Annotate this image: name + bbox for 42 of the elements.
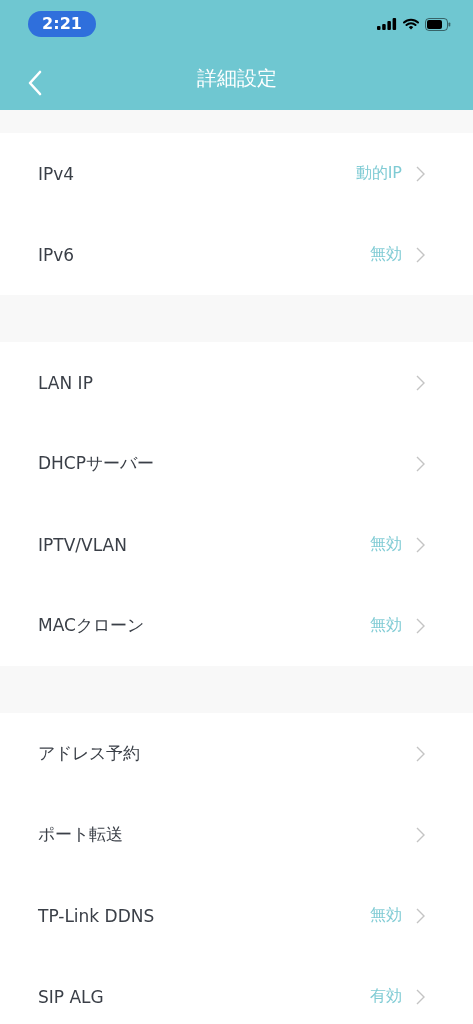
chevron-icon [416, 455, 425, 472]
row-label: IPv4 [38, 163, 76, 184]
chevron-icon [416, 617, 425, 634]
settings-row[interactable]: アドレス予約 [0, 713, 473, 794]
chevron-icon [416, 826, 425, 843]
row-label: DHCPサーバー [38, 452, 155, 475]
settings-row[interactable]: IPv6 無効 [0, 214, 473, 295]
chevron-icon [416, 246, 425, 263]
row-label: TP-Link DDNS [38, 905, 156, 926]
row-value: 有効 [370, 986, 402, 1007]
row-value: 無効 [370, 244, 402, 265]
battery-icon [425, 17, 451, 31]
row-label: SIP ALG [38, 986, 105, 1007]
row-label: IPv6 [38, 244, 76, 265]
settings-row[interactable]: SIP ALG 有効 [0, 956, 473, 1024]
settings-row[interactable]: TP-Link DDNS 無効 [0, 875, 473, 956]
chevron-icon [416, 745, 425, 762]
settings-row[interactable]: IPTV/VLAN 無効 [0, 504, 473, 585]
chevron-icon [416, 165, 425, 182]
chevron-icon [416, 907, 425, 924]
screen-title: 詳細設定 [196, 64, 277, 92]
status-time: 2:21 [28, 10, 96, 37]
row-label: LAN IP [38, 372, 94, 393]
chevron-icon [416, 988, 425, 1005]
settings-row[interactable]: ポート転送 [0, 794, 473, 875]
row-label: IPTV/VLAN [38, 534, 128, 555]
signal-icon [377, 18, 397, 30]
back-icon[interactable] [28, 70, 42, 96]
row-value: 動的IP [355, 163, 402, 184]
row-label: アドレス予約 [38, 742, 141, 765]
row-value: 無効 [370, 905, 402, 926]
settings-row[interactable]: MACクローン 無効 [0, 585, 473, 666]
chevron-icon [416, 374, 425, 391]
settings-row[interactable]: IPv4 動的IP [0, 133, 473, 214]
row-label: MACクローン [38, 614, 145, 637]
chevron-icon [416, 536, 425, 553]
row-value: 無効 [370, 615, 402, 636]
row-label: ポート転送 [38, 823, 124, 846]
wifi-icon [403, 18, 419, 30]
settings-row[interactable]: DHCPサーバー [0, 423, 473, 504]
row-value: 無効 [370, 534, 402, 555]
settings-row[interactable]: LAN IP [0, 342, 473, 423]
